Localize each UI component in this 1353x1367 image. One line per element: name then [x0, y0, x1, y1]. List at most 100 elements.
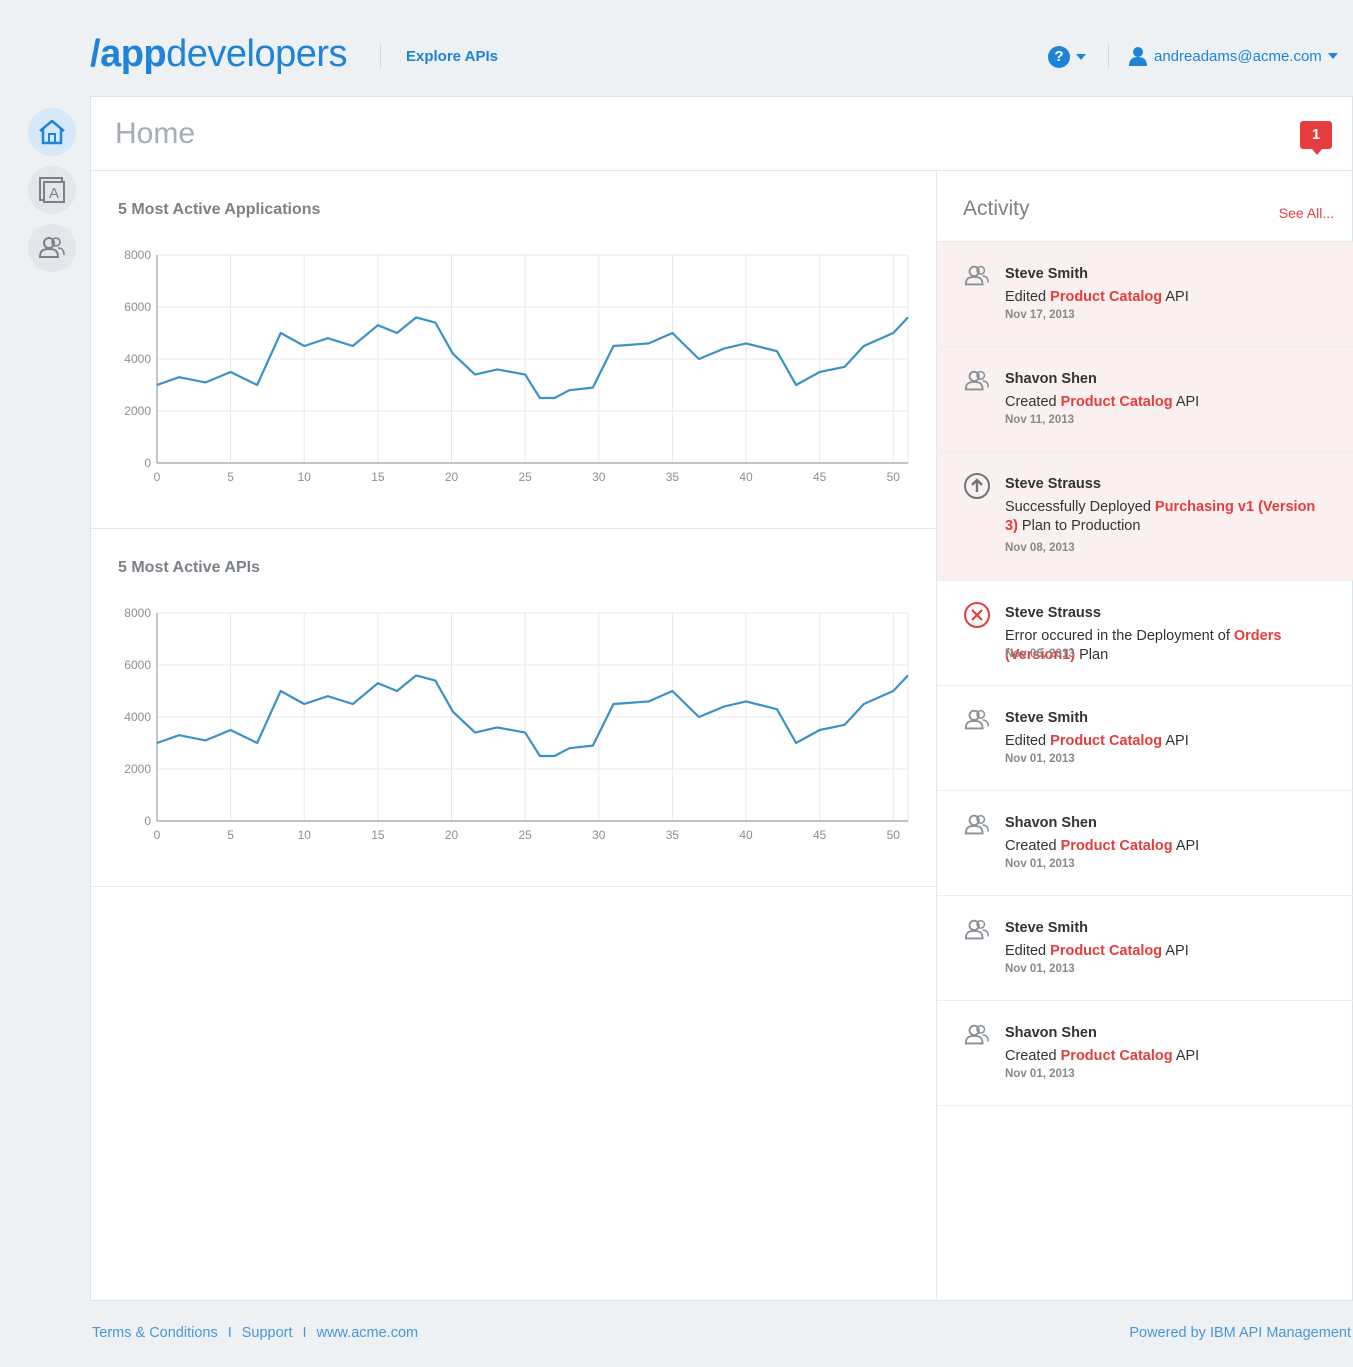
notification-badge[interactable]: 1: [1300, 121, 1332, 155]
activity-target-link[interactable]: Product Catalog: [1061, 1048, 1173, 1064]
x-tick-label: 30: [592, 828, 606, 842]
see-all-link[interactable]: See All...: [1279, 205, 1334, 221]
rail-apps-button[interactable]: A: [28, 166, 76, 214]
x-tick-label: 5: [227, 828, 234, 842]
powered-by-link[interactable]: Powered by IBM API Management: [1129, 1325, 1351, 1341]
line-chart-apis: 0 5 10 15 20 25 30 35 40 45 50 0 2000 4000 6000 8000: [124, 606, 909, 842]
users-icon: [963, 262, 991, 290]
header-divider: [380, 44, 381, 68]
user-menu[interactable]: andreadams@acme.com: [1128, 46, 1338, 66]
activity-user-name: Shavon Shen: [1005, 371, 1097, 387]
activity-date: Nov 01, 2013: [1005, 753, 1075, 765]
activity-target-link[interactable]: Product Catalog: [1061, 838, 1173, 854]
help-icon: ?: [1048, 46, 1070, 68]
support-link[interactable]: Support: [242, 1325, 293, 1341]
activity-user-name: Shavon Shen: [1005, 815, 1097, 831]
user-icon: [1129, 47, 1147, 66]
activity-action-text: Created: [1005, 838, 1061, 854]
activity-item: Steve Smith Edited Product Catalog API Nov…: [937, 242, 1353, 347]
activity-description: Successfully Deployed Purchasing v1 (Ver…: [1005, 498, 1325, 536]
page-title: Home: [115, 117, 196, 150]
svg-text:A: A: [49, 185, 59, 202]
y-tick-label: 8000: [124, 606, 151, 620]
x-tick-label: 50: [887, 470, 901, 484]
y-tick-label: 6000: [124, 658, 151, 672]
users-icon: [963, 916, 991, 944]
x-tick-label: 40: [739, 828, 753, 842]
y-tick-label: 0: [144, 814, 151, 828]
left-rail: A: [28, 108, 78, 282]
panel-header: Home 1: [91, 97, 1352, 171]
x-tick-label: 20: [445, 828, 459, 842]
help-menu[interactable]: ?: [1048, 46, 1086, 68]
activity-list: Steve Smith Edited Product Catalog API Nov…: [937, 242, 1353, 1106]
x-tick-label: 15: [371, 470, 385, 484]
logo-slash: /: [90, 33, 101, 75]
users-icon: [38, 237, 65, 258]
activity-date: Nov 01, 2013: [1005, 858, 1075, 870]
activity-suffix-text: API: [1172, 394, 1200, 410]
activity-suffix-text: Plan: [1075, 647, 1109, 663]
activity-user-name: Steve Smith: [1005, 710, 1088, 726]
activity-target-link[interactable]: Product Catalog: [1050, 733, 1162, 749]
activity-item: Steve Smith Edited Product Catalog API Nov…: [937, 686, 1353, 791]
activity-title: Activity: [963, 197, 1030, 220]
activity-suffix-text: API: [1172, 838, 1200, 854]
activity-action-text: Created: [1005, 1048, 1061, 1064]
activity-action-text: Created: [1005, 394, 1061, 410]
top-bar: /appdevelopers Explore APIs ? andreadams…: [0, 0, 1353, 96]
activity-action-text: Edited: [1005, 289, 1051, 305]
x-tick-label: 10: [298, 470, 312, 484]
charts-column: 5 Most Active Applications 0 5 10 15 20 25 30 3…: [91, 171, 936, 887]
home-icon: [39, 119, 65, 145]
series-line: [156, 674, 909, 758]
chart-section-applications: 5 Most Active Applications 0 5 10 15 20 25 30 3…: [91, 171, 936, 529]
activity-date: Nov 17, 2013: [1005, 309, 1075, 321]
activity-description: Edited Product Catalog API: [1005, 732, 1325, 751]
x-tick-label: 30: [592, 470, 606, 484]
activity-suffix-text: API: [1172, 1048, 1200, 1064]
activity-item: Shavon Shen Created Product Catalog API No…: [937, 1001, 1353, 1106]
header-divider: [1108, 44, 1109, 68]
x-tick-label: 45: [813, 828, 827, 842]
y-tick-label: 4000: [124, 710, 151, 724]
activity-action-text: Edited: [1005, 943, 1051, 959]
logo-bold: app: [100, 33, 167, 75]
activity-item: Shavon Shen Created Product Catalog API No…: [937, 791, 1353, 896]
activity-action-text: Error occured in the Deployment of: [1005, 628, 1234, 644]
users-icon: [963, 811, 991, 839]
activity-date: Nov 01, 2013: [1005, 1068, 1075, 1080]
terms-link[interactable]: Terms & Conditions: [92, 1325, 218, 1341]
activity-target-link[interactable]: Product Catalog: [1050, 943, 1162, 959]
activity-user-name: Steve Strauss: [1005, 476, 1101, 492]
logo-light: developers: [166, 33, 348, 75]
activity-action-text: Edited: [1005, 733, 1051, 749]
chart-section-apis: 5 Most Active APIs 0 5 10 15 20 25 30 35 40 45 50 0…: [91, 529, 936, 887]
x-tick-label: 0: [154, 828, 161, 842]
activity-user-name: Shavon Shen: [1005, 1025, 1097, 1041]
activity-target-link[interactable]: Product Catalog: [1061, 394, 1173, 410]
error-icon: [963, 601, 991, 629]
activity-target-link[interactable]: Product Catalog: [1050, 289, 1162, 305]
explore-apis-link[interactable]: Explore APIs: [406, 48, 498, 65]
activity-user-name: Steve Strauss: [1005, 605, 1101, 621]
x-tick-label: 25: [518, 470, 532, 484]
rail-users-button[interactable]: [28, 224, 76, 272]
chevron-down-icon: [1076, 54, 1086, 60]
x-tick-label: 20: [445, 470, 459, 484]
activity-suffix-text: API: [1162, 289, 1189, 305]
activity-description: Edited Product Catalog API: [1005, 942, 1325, 961]
activity-suffix-text: API: [1162, 733, 1189, 749]
activity-description: Created Product Catalog API: [1005, 1047, 1325, 1066]
activity-date: Nov 01, 2013: [1005, 963, 1075, 975]
x-tick-label: 5: [227, 470, 234, 484]
line-chart-applications: 0 5 10 15 20 25 30 35 40 45 50 0 2000 4000 6000 8000: [124, 248, 909, 484]
y-tick-label: 8000: [124, 248, 151, 262]
app-logo[interactable]: /appdevelopers: [90, 30, 348, 78]
series-line: [156, 316, 909, 400]
activity-item: Steve Strauss Successfully Deployed Purch…: [937, 452, 1353, 581]
activity-date: Nov 11, 2013: [1005, 414, 1075, 426]
rail-home-button[interactable]: [28, 108, 76, 156]
footer-links: Terms & Conditions I Support I www.acme.…: [92, 1325, 418, 1341]
site-link[interactable]: www.acme.com: [317, 1325, 419, 1341]
